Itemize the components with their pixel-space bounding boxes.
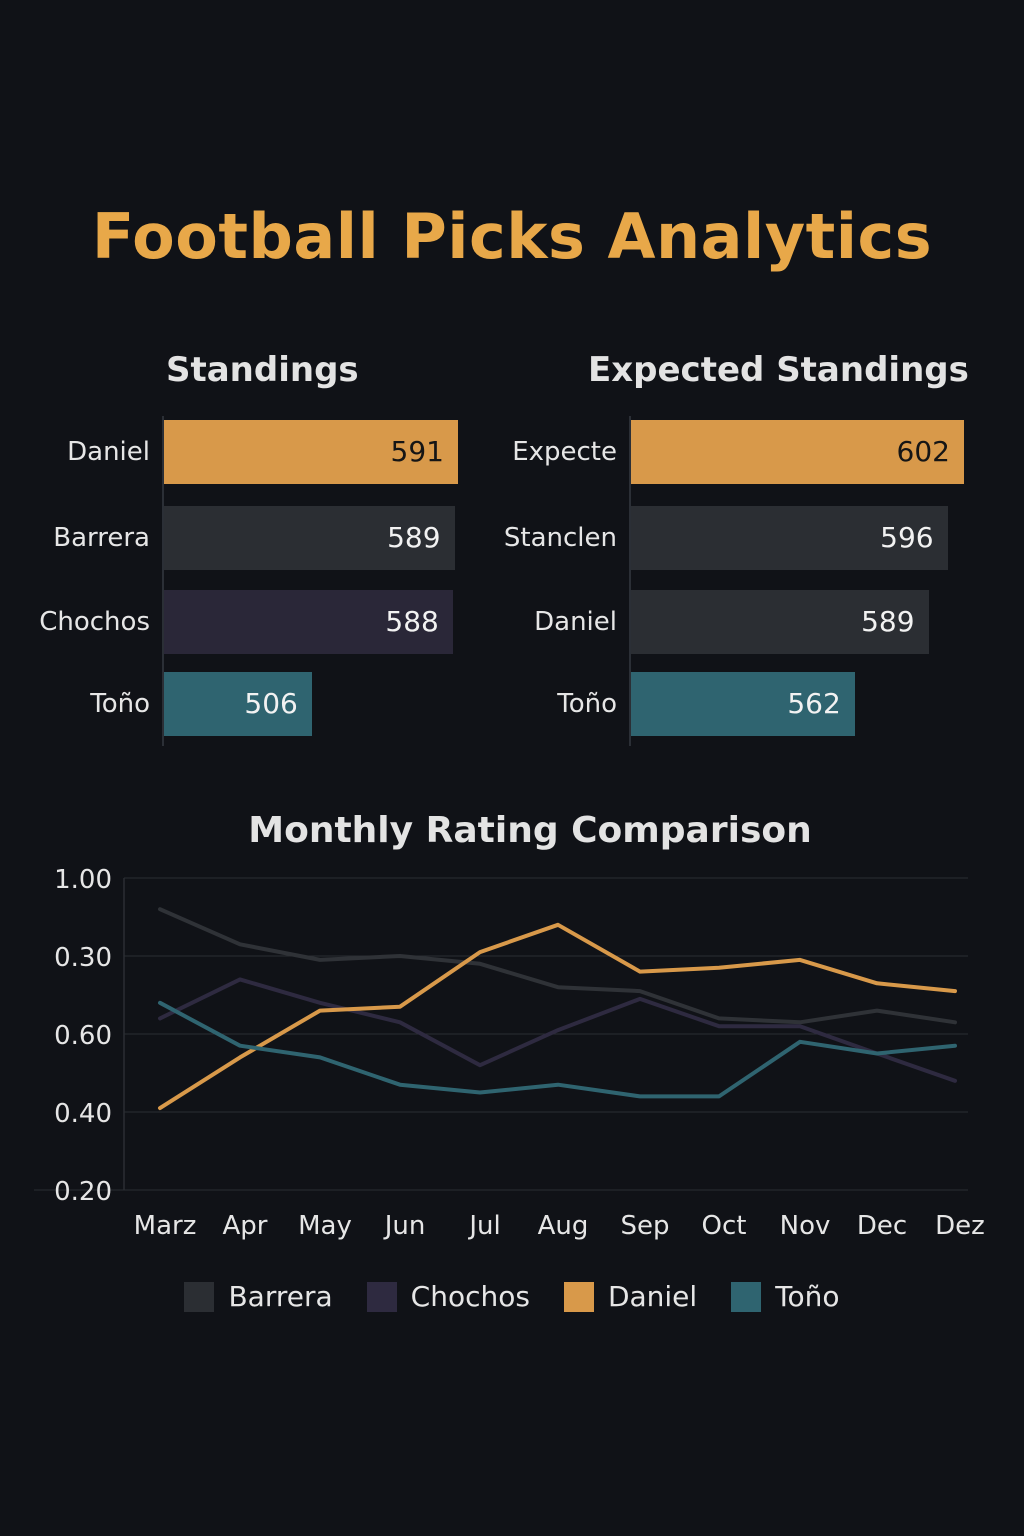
legend-swatch: [366, 1281, 397, 1312]
y-tick-label: 0.60: [54, 1021, 112, 1051]
x-tick-label: Sep: [620, 1211, 669, 1241]
bar-too: 506: [164, 672, 312, 736]
bar-row: Toño 506: [30, 672, 470, 736]
legend-swatch: [184, 1281, 215, 1312]
bar-category-label: Expecte: [512, 437, 617, 467]
bar-stanclen: 596: [631, 506, 948, 570]
x-tick-label: Nov: [780, 1211, 831, 1241]
series-line-chochos: [158, 977, 957, 1083]
legend-label: Chochos: [410, 1280, 530, 1313]
y-tick-label: 0.30: [54, 943, 112, 973]
bar-row: Daniel 591: [30, 420, 470, 484]
legend-swatch: [731, 1281, 762, 1312]
y-tick-label: 0.20: [54, 1177, 112, 1207]
bar-row: Expecte 602: [500, 420, 980, 484]
bar-chart-title: Standings: [166, 350, 359, 390]
bar-barrera: 589: [164, 506, 455, 570]
expected-standings-chart: Expected Standings Expecte 602 Stanclen 596 D…: [500, 350, 980, 750]
y-tick-label: 0.40: [54, 1099, 112, 1129]
bar-category-label: Toño: [90, 689, 150, 719]
chart-legend: Barrera Chochos Daniel Toño: [0, 1280, 1024, 1313]
bar-row: Barrera 589: [30, 506, 470, 570]
legend-item-chochos: Chochos: [366, 1280, 530, 1313]
x-tick-label: Dez: [935, 1211, 985, 1241]
bar-chart-title: Expected Standings: [588, 350, 969, 390]
bar-category-label: Toño: [557, 689, 617, 719]
x-tick-label: Marz: [134, 1211, 197, 1241]
bar-expecte: 602: [631, 420, 964, 484]
bar-row: Stanclen 596: [500, 506, 980, 570]
bar-category-label: Daniel: [67, 437, 150, 467]
legend-label: Toño: [775, 1280, 840, 1313]
bar-row: Toño 562: [500, 672, 980, 736]
legend-item-daniel: Daniel: [563, 1280, 698, 1313]
x-tick-label: Jun: [383, 1211, 426, 1241]
bar-row: Daniel 589: [500, 590, 980, 654]
bar-category-label: Barrera: [53, 523, 150, 553]
standings-chart: Standings Daniel 591 Barrera 589 Chochos 588 To…: [30, 350, 470, 750]
legend-item-too: Toño: [731, 1280, 840, 1313]
bar-chochos: 588: [164, 590, 453, 654]
x-tick-label: Aug: [538, 1211, 589, 1241]
bar-category-label: Stanclen: [503, 523, 617, 553]
x-tick-label: Oct: [702, 1211, 747, 1241]
x-tick-label: Dec: [857, 1211, 907, 1241]
legend-swatch: [563, 1281, 594, 1312]
y-tick-label: 1.00: [54, 865, 112, 895]
line-chart-plot: 1.00 0.30 0.60 0.40 0.20 Marz Apr May Jun Jul Aug S…: [34, 865, 985, 1241]
legend-label: Daniel: [607, 1280, 698, 1313]
bar-category-label: Chochos: [39, 607, 150, 637]
legend-item-barrera: Barrera: [184, 1280, 333, 1313]
bar-daniel: 591: [164, 420, 458, 484]
x-tick-label: May: [298, 1211, 352, 1241]
monthly-rating-chart: Monthly Rating Comparison 1.00 0.30 0.60 0.…: [0, 800, 1024, 1360]
legend-label: Barrera: [228, 1280, 333, 1313]
bar-category-label: Daniel: [534, 607, 617, 637]
x-tick-label: Jul: [467, 1211, 500, 1241]
bar-daniel: 589: [631, 590, 929, 654]
page-title: Football Picks Analytics: [91, 200, 933, 273]
x-tick-label: Apr: [223, 1211, 268, 1241]
bar-too: 562: [631, 672, 855, 736]
bar-row: Chochos 588: [30, 590, 470, 654]
